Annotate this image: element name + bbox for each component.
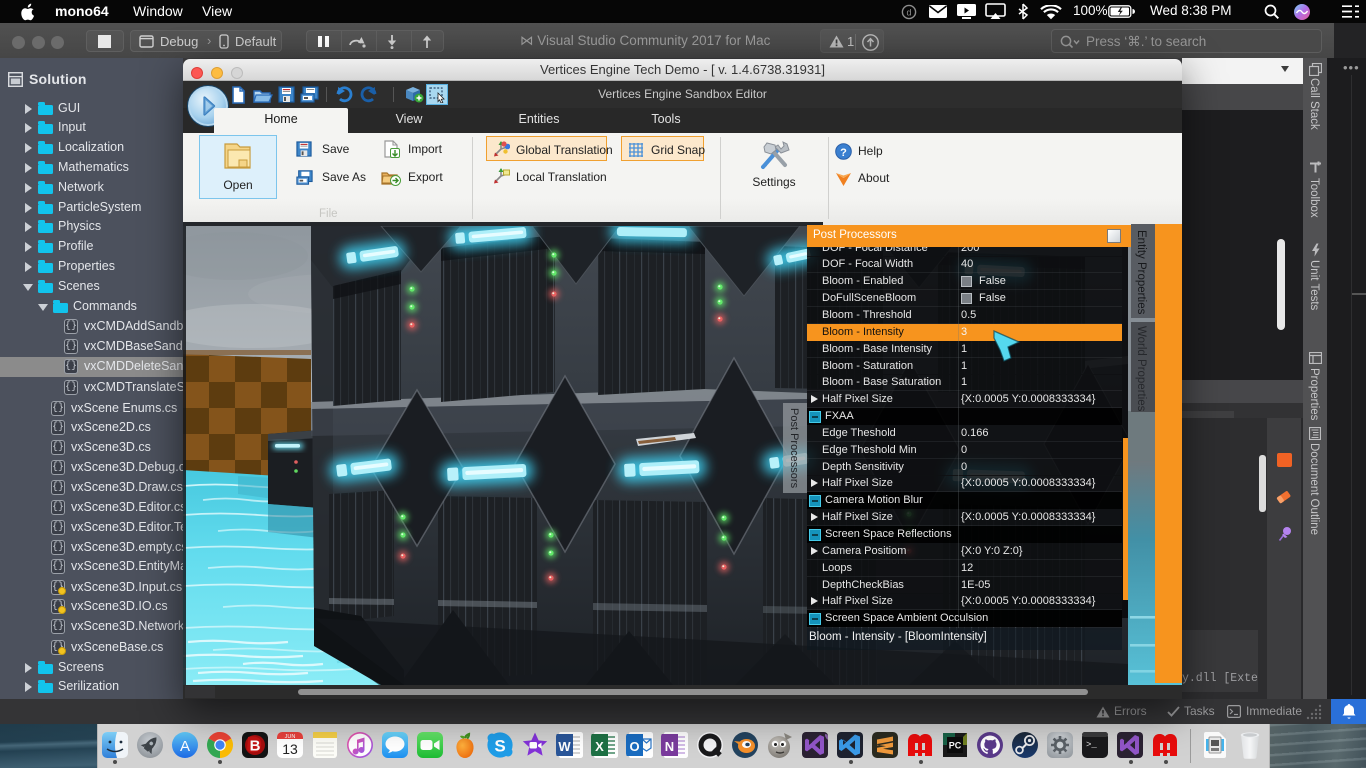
svg-text:X: X xyxy=(595,739,604,754)
svg-text:PC: PC xyxy=(949,741,962,751)
svg-text:?: ? xyxy=(840,147,847,159)
svg-text:d: d xyxy=(906,7,911,17)
svg-text:W: W xyxy=(558,739,571,754)
svg-text:13: 13 xyxy=(282,741,298,757)
svg-text:N: N xyxy=(665,739,674,754)
svg-text:S: S xyxy=(494,737,505,756)
svg-text:JUN: JUN xyxy=(285,734,296,740)
svg-text:O: O xyxy=(629,739,639,754)
svg-text:B: B xyxy=(250,738,261,755)
svg-text:A: A xyxy=(180,738,190,755)
svg-text:>_: >_ xyxy=(1086,740,1097,750)
